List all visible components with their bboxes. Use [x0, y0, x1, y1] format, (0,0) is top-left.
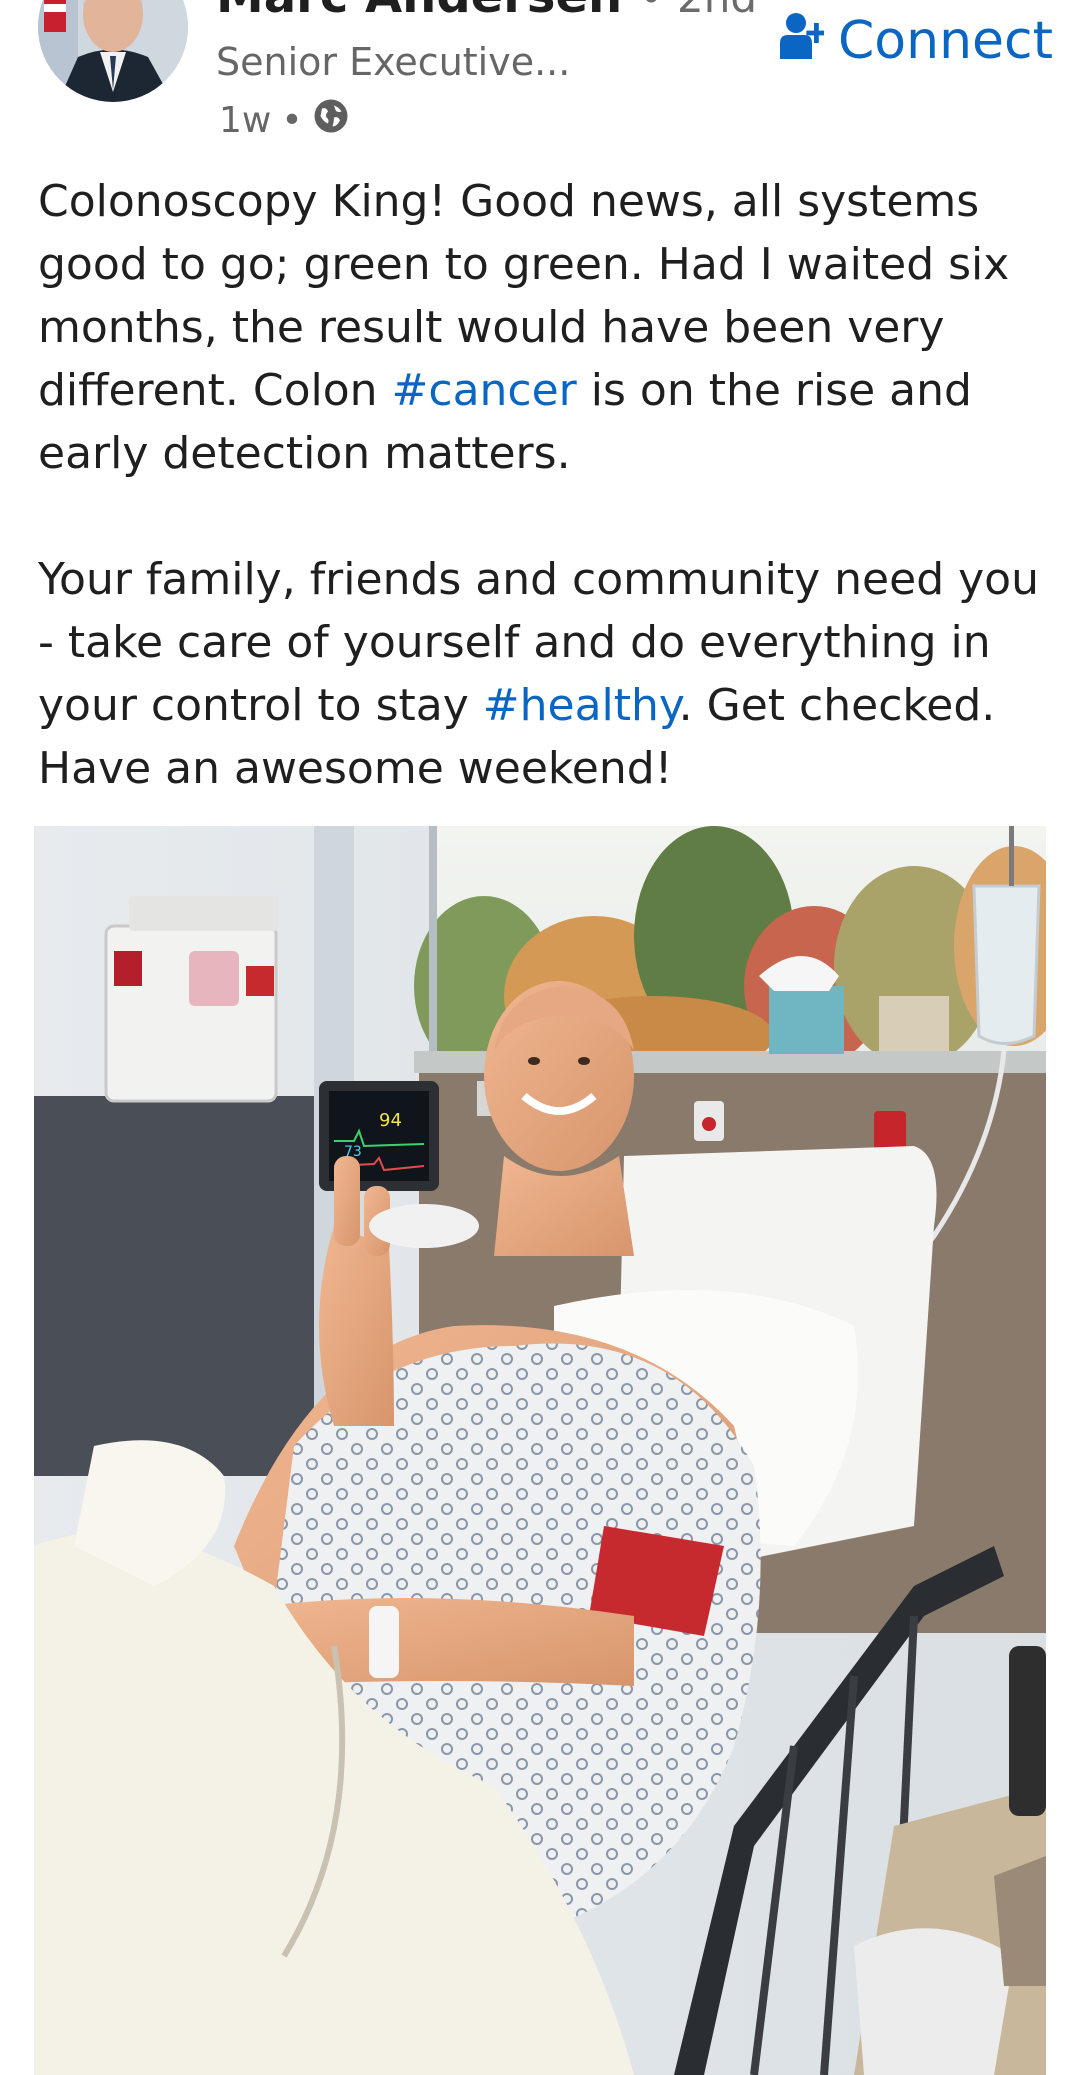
- globe-icon: [313, 98, 349, 143]
- author-headline: Senior Executive...: [216, 40, 571, 84]
- post-paragraph-1: Colonoscopy King! Good news, all systems…: [38, 170, 1048, 485]
- add-person-icon: [780, 11, 827, 72]
- hashtag-cancer-link[interactable]: #cancer: [392, 365, 577, 416]
- post-meta: 1w •: [219, 98, 349, 143]
- connect-button[interactable]: Connect: [780, 8, 1053, 74]
- hashtag-healthy-link[interactable]: #healthy: [483, 680, 679, 731]
- post-image[interactable]: 94 73: [34, 826, 1046, 2075]
- author-name-text: Marc Andersen: [216, 0, 622, 24]
- avatar-photo: [38, 0, 188, 102]
- hospital-bed-photo: 94 73: [34, 826, 1046, 2075]
- post-paragraph-2: Your family, friends and community need …: [38, 548, 1048, 800]
- post-time: 1w: [219, 100, 272, 141]
- connection-degree: • 2nd: [639, 0, 757, 22]
- connect-label: Connect: [838, 11, 1054, 71]
- author-name[interactable]: Marc Andersen • 2nd: [216, 0, 757, 20]
- post-body: Colonoscopy King! Good news, all systems…: [38, 170, 1048, 800]
- meta-separator: •: [281, 100, 303, 141]
- monitor-reading-1: 94: [379, 1110, 402, 1131]
- author-avatar[interactable]: [38, 0, 188, 102]
